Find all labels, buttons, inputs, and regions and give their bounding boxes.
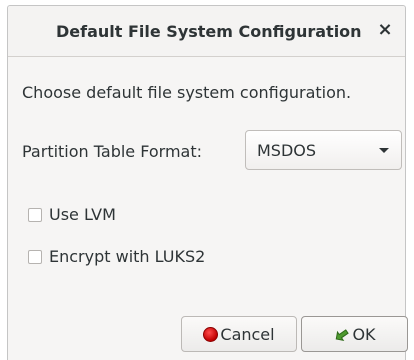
- filesystem-config-dialog: Default File System Configuration × Choo…: [7, 5, 408, 360]
- encrypt-luks2-checkbox-row[interactable]: Encrypt with LUKS2: [28, 247, 205, 266]
- use-lvm-label: Use LVM: [49, 205, 116, 224]
- cancel-button[interactable]: Cancel: [181, 316, 297, 352]
- encrypt-luks2-label: Encrypt with LUKS2: [49, 247, 206, 266]
- partition-table-dropdown[interactable]: MSDOS: [245, 130, 402, 170]
- ok-button[interactable]: OK: [301, 316, 408, 352]
- cancel-button-label: Cancel: [220, 324, 275, 344]
- dialog-title: Default File System Configuration: [56, 22, 362, 41]
- use-lvm-checkbox[interactable]: [28, 207, 42, 222]
- stop-icon: [203, 326, 219, 342]
- partition-table-label: Partition Table Format:: [22, 142, 202, 161]
- partition-table-value: MSDOS: [257, 141, 317, 160]
- chevron-down-icon: [379, 148, 389, 153]
- dialog-titlebar[interactable]: Default File System Configuration ×: [8, 6, 405, 57]
- ok-button-label: OK: [352, 324, 376, 344]
- close-icon[interactable]: ×: [375, 19, 395, 41]
- use-lvm-checkbox-row[interactable]: Use LVM: [28, 205, 116, 224]
- checkmark-arrow-icon: [336, 329, 350, 341]
- encrypt-luks2-checkbox[interactable]: [28, 249, 42, 264]
- dialog-description: Choose default file system configuration…: [22, 83, 352, 102]
